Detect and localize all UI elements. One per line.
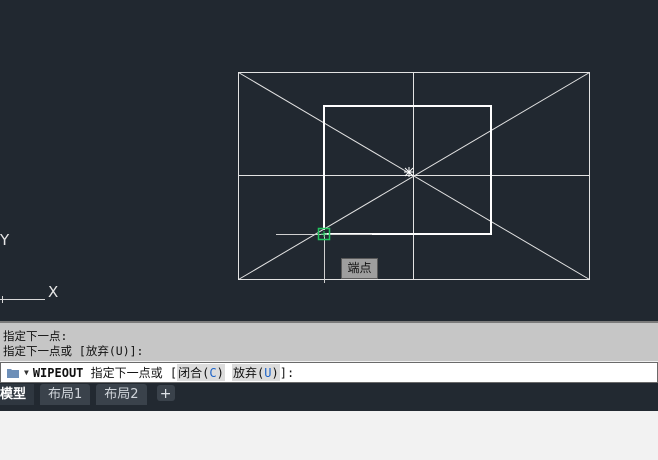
- tab-model[interactable]: 模型: [0, 384, 35, 405]
- ucs-y-label: Y: [0, 231, 10, 249]
- command-history: 指定下一点: 指定下一点或 [放弃(U)]:: [0, 321, 658, 361]
- option-close[interactable]: 闭合(C): [177, 364, 225, 381]
- history-line: 指定下一点:: [3, 329, 68, 343]
- history-line: 指定下一点或 [放弃(U)]:: [3, 344, 144, 358]
- command-prompt-end: ]:: [279, 365, 295, 380]
- layout-tabs: 模型 布局1 布局2 +: [0, 383, 658, 411]
- option-undo[interactable]: 放弃(U): [232, 364, 280, 381]
- command-folder-icon[interactable]: [7, 367, 21, 379]
- ucs-axis-icon: [0, 296, 45, 303]
- status-area: [0, 411, 658, 460]
- ucs-x-label: X: [48, 283, 59, 301]
- command-prompt-text: 指定下一点或 [: [90, 366, 178, 380]
- tab-layout1[interactable]: 布局1: [40, 384, 91, 405]
- command-name: WIPEOUT: [32, 365, 84, 380]
- add-layout-button[interactable]: +: [156, 385, 175, 402]
- drawing-svg: [0, 72, 590, 303]
- chevron-down-icon[interactable]: ▼: [24, 368, 29, 377]
- drawing-canvas[interactable]: X Y 端点: [0, 0, 658, 321]
- osnap-tooltip: 端点: [341, 258, 378, 279]
- center-marker-icon: [404, 167, 414, 177]
- tab-layout2[interactable]: 布局2: [96, 384, 147, 405]
- command-line-input[interactable]: ▼ WIPEOUT 指定下一点或 [ 闭合(C) 放弃(U) ]:: [0, 362, 658, 383]
